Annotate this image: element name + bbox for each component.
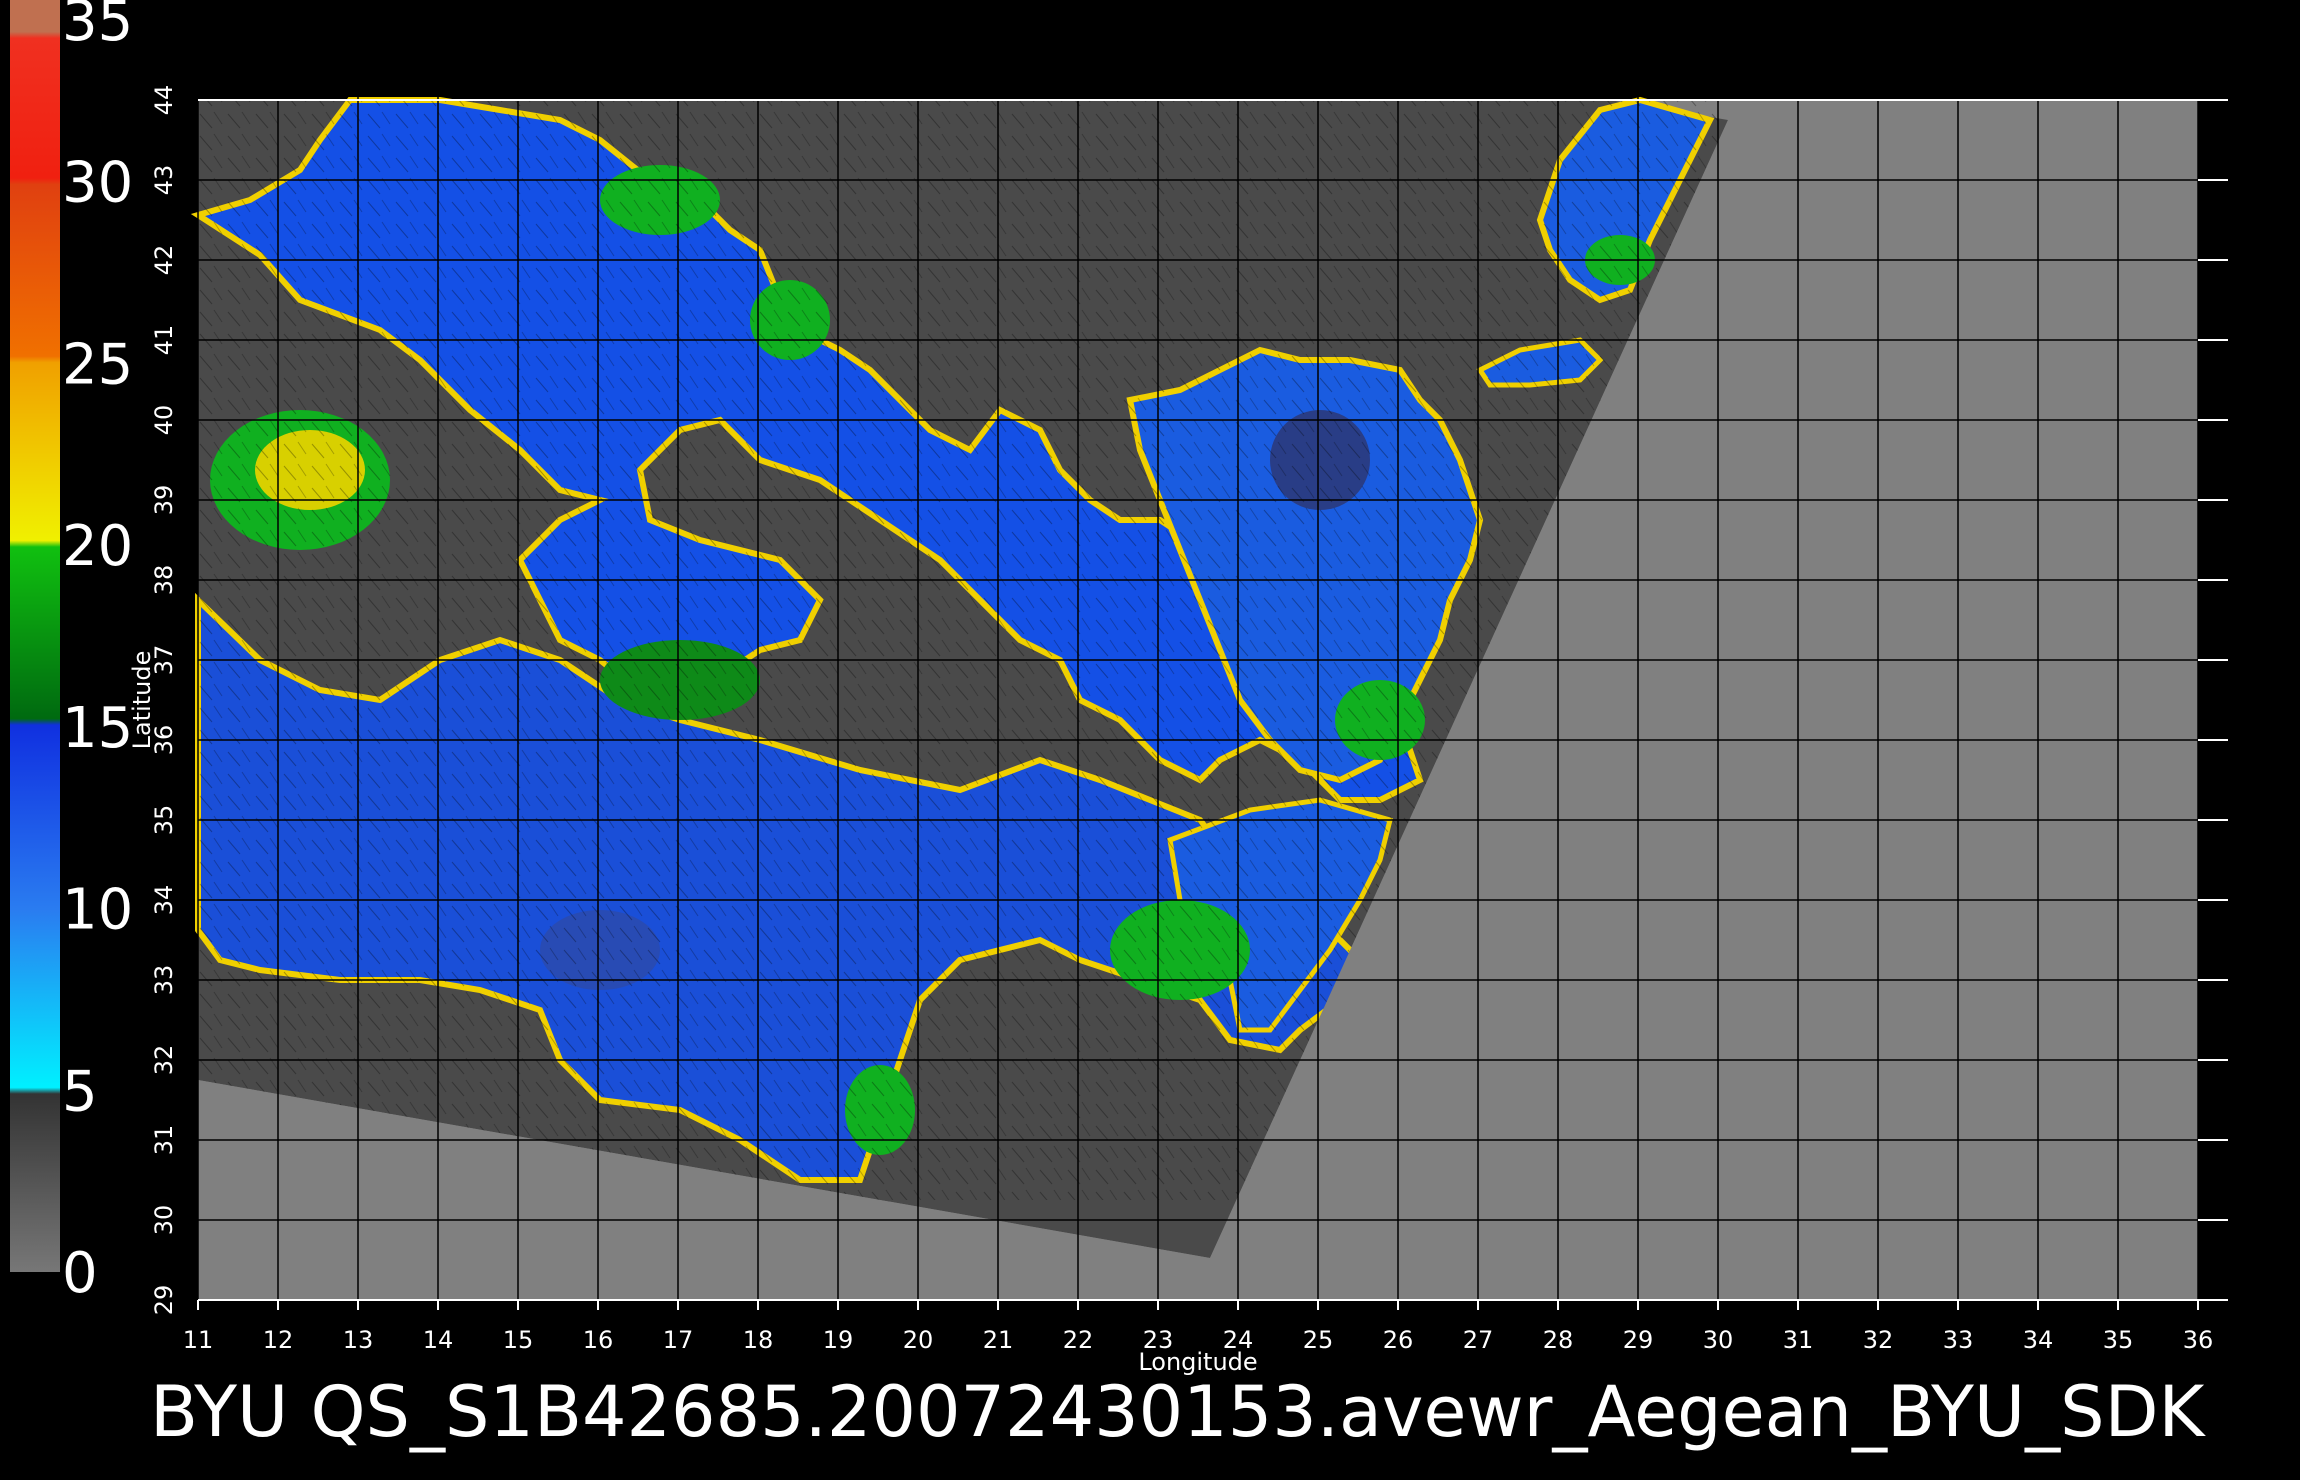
- x-tick-label: 36: [2183, 1326, 2214, 1354]
- y-tick-label: 43: [150, 165, 178, 196]
- y-tick-label: 32: [150, 1045, 178, 1076]
- y-tick-label: 34: [150, 885, 178, 916]
- x-tick-label: 34: [2023, 1326, 2054, 1354]
- x-tick-label: 28: [1543, 1326, 1574, 1354]
- y-axis-label: Latitude: [128, 651, 156, 750]
- colorbar: 0 5 10 15 20 25 30 35: [10, 0, 133, 1306]
- x-tick-label: 13: [343, 1326, 374, 1354]
- y-tick-label: 41: [150, 325, 178, 356]
- colorbar-label: 35: [62, 0, 133, 54]
- x-tick-label: 16: [583, 1326, 614, 1354]
- x-tick-label: 22: [1063, 1326, 1094, 1354]
- x-tick-label: 18: [743, 1326, 774, 1354]
- x-tick-label: 26: [1383, 1326, 1414, 1354]
- colorbar-label: 10: [62, 878, 133, 943]
- x-tick-label: 20: [903, 1326, 934, 1354]
- x-tick-label: 35: [2103, 1326, 2134, 1354]
- y-tick-label: 29: [150, 1285, 178, 1316]
- x-tick-label: 12: [263, 1326, 294, 1354]
- x-tick-label: 32: [1863, 1326, 1894, 1354]
- x-tick-label: 25: [1303, 1326, 1334, 1354]
- colorbar-labels: 0 5 10 15 20 25 30 35: [62, 0, 133, 1306]
- x-tick-label: 11: [183, 1326, 214, 1354]
- y-tick-label: 33: [150, 965, 178, 996]
- colorbar-label: 0: [62, 1241, 98, 1306]
- colorbar-label: 30: [62, 151, 133, 216]
- colorbar-label: 15: [62, 696, 133, 761]
- colorbar-label: 5: [62, 1059, 98, 1124]
- y-tick-label: 35: [150, 805, 178, 836]
- y-tick-label: 30: [150, 1205, 178, 1236]
- colorbar-scale: [10, 0, 60, 1272]
- y-tick-label: 31: [150, 1125, 178, 1156]
- wind-map-figure: 0 5 10 15 20 25 30 35 11 12 13 14 15 16 17 18 1…: [10, 0, 2228, 1453]
- y-tick-label: 40: [150, 405, 178, 436]
- x-tick-label: 15: [503, 1326, 534, 1354]
- y-tick-label: 39: [150, 485, 178, 516]
- x-tick-label: 30: [1703, 1326, 1734, 1354]
- x-tick-label: 29: [1623, 1326, 1654, 1354]
- colorbar-label: 20: [62, 514, 133, 579]
- y-tick-label: 38: [150, 565, 178, 596]
- y-tick-label: 44: [150, 85, 178, 116]
- product-title: BYU QS_S1B42685.20072430153.avewr_Aegean…: [150, 1371, 2206, 1453]
- x-axis-ticks: 11 12 13 14 15 16 17 18 19 20 21 22 23 24 25 26 27 28 29 30…: [183, 1300, 2214, 1354]
- x-tick-label: 17: [663, 1326, 694, 1354]
- x-tick-label: 27: [1463, 1326, 1494, 1354]
- colorbar-label: 25: [62, 332, 133, 397]
- x-tick-label: 31: [1783, 1326, 1814, 1354]
- plot-area: [190, 70, 2228, 1310]
- x-tick-label: 21: [983, 1326, 1014, 1354]
- x-tick-label: 19: [823, 1326, 854, 1354]
- x-tick-label: 33: [1943, 1326, 1974, 1354]
- x-tick-label: 14: [423, 1326, 454, 1354]
- y-tick-label: 42: [150, 245, 178, 276]
